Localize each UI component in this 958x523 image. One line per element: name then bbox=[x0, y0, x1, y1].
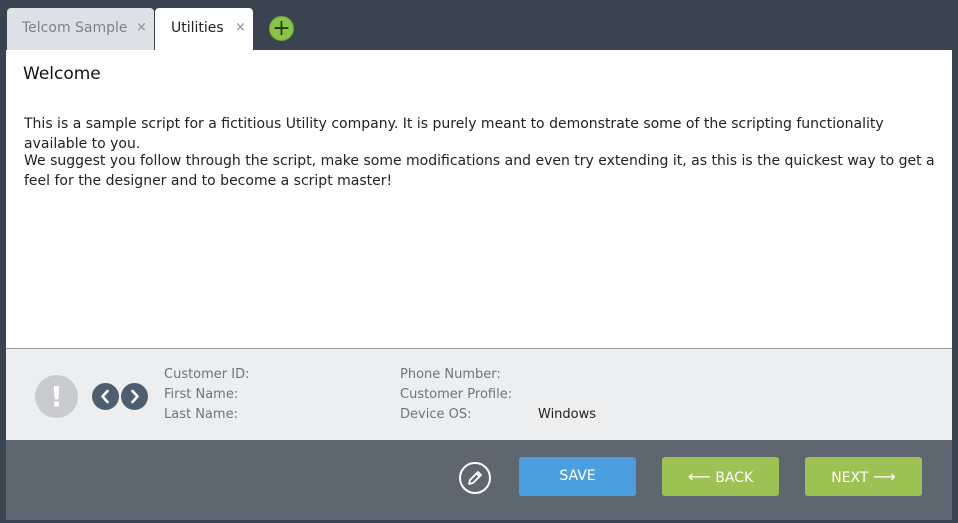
save-button[interactable]: SAVE bbox=[519, 457, 636, 496]
action-bar: SAVE ⟵ BACK NEXT ⟶ bbox=[6, 440, 952, 520]
page-title: Welcome bbox=[23, 64, 101, 84]
chevron-right-icon bbox=[131, 389, 139, 404]
customer-profile-label: Customer Profile: bbox=[400, 387, 513, 402]
script-content: Welcome This is a sample script for a fi… bbox=[6, 50, 952, 348]
save-label: SAVE bbox=[559, 468, 596, 484]
script-panel: Welcome This is a sample script for a fi… bbox=[6, 50, 952, 520]
previous-record-button[interactable] bbox=[92, 383, 119, 410]
next-label: NEXT bbox=[831, 470, 869, 486]
customer-id-label: Customer ID: bbox=[164, 367, 250, 382]
plus-icon: + bbox=[272, 16, 291, 41]
customer-info-panel: ! Customer ID: First Name: Last Name: Ph… bbox=[6, 348, 952, 440]
device-os-value: Windows bbox=[538, 407, 597, 422]
next-button[interactable]: NEXT ⟶ bbox=[805, 457, 922, 496]
tab-bar: Telcom Sample × Utilities × + bbox=[0, 0, 958, 50]
last-name-label: Last Name: bbox=[164, 407, 238, 422]
intro-paragraph: This is a sample script for a fictitious… bbox=[24, 116, 884, 152]
back-button[interactable]: ⟵ BACK bbox=[662, 457, 779, 496]
tab-utilities[interactable]: Utilities × bbox=[155, 8, 253, 50]
back-label: BACK bbox=[715, 470, 754, 486]
next-record-button[interactable] bbox=[121, 383, 148, 410]
close-icon[interactable]: × bbox=[235, 20, 246, 35]
pencil-icon bbox=[468, 471, 482, 485]
alert-icon: ! bbox=[35, 375, 78, 418]
tab-telcom-sample[interactable]: Telcom Sample × bbox=[7, 8, 154, 50]
chevron-left-icon bbox=[101, 389, 109, 404]
suggestion-paragraph: We suggest you follow through the script… bbox=[24, 153, 935, 189]
arrow-left-icon: ⟵ bbox=[687, 467, 711, 486]
phone-number-label: Phone Number: bbox=[400, 367, 501, 382]
add-tab-button[interactable]: + bbox=[269, 16, 294, 41]
first-name-label: First Name: bbox=[164, 387, 239, 402]
edit-button[interactable] bbox=[459, 462, 491, 494]
tab-label: Utilities bbox=[171, 20, 224, 36]
arrow-right-icon: ⟶ bbox=[872, 467, 896, 486]
device-os-label: Device OS: bbox=[400, 407, 472, 422]
tab-label: Telcom Sample bbox=[22, 20, 128, 36]
close-icon[interactable]: × bbox=[136, 20, 147, 35]
